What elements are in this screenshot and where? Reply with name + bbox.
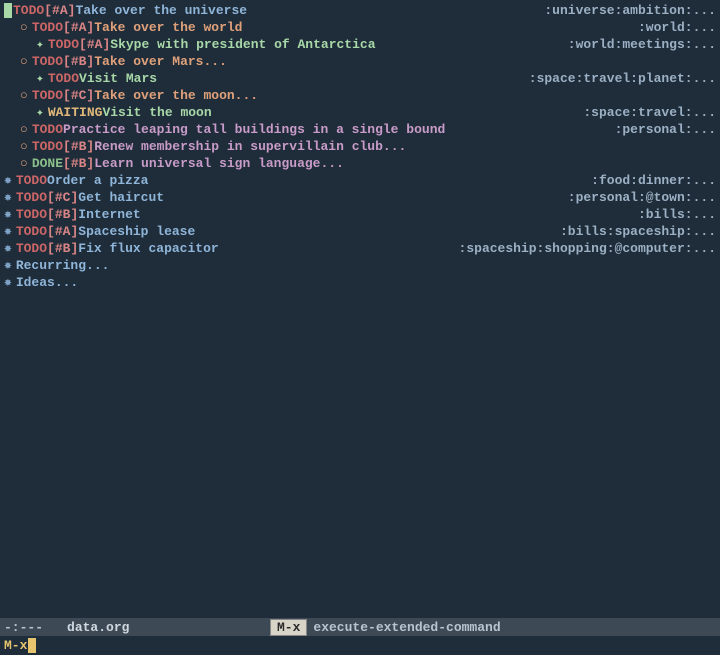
priority-cookie[interactable]: [#A] — [47, 223, 78, 240]
todo-keyword[interactable]: TODO — [16, 172, 47, 189]
org-tags[interactable]: :spaceship:shopping:@computer:... — [459, 240, 716, 257]
org-heading[interactable]: ✸TODO [#C] Get haircut :personal:@town:..… — [4, 189, 716, 206]
heading-title[interactable]: Practice leaping tall buildings in a sin… — [63, 121, 445, 138]
org-bullet-icon: ✦ — [36, 36, 44, 53]
todo-keyword[interactable]: TODO — [16, 223, 47, 240]
command-name: execute-extended-command — [313, 620, 500, 635]
org-heading[interactable]: TODO [#A] Take over the universe :univers… — [4, 2, 716, 19]
org-heading[interactable]: ✸Ideas... — [4, 274, 716, 291]
org-tags[interactable]: :space:travel:... — [583, 104, 716, 121]
org-bullet-icon: ○ — [20, 53, 28, 70]
minibuffer-prompt: M-x — [4, 638, 27, 653]
org-heading[interactable]: ○TODO [#C] Take over the moon... — [4, 87, 716, 104]
org-bullet-icon: ○ — [20, 155, 28, 172]
org-tags[interactable]: :world:... — [638, 19, 716, 36]
priority-cookie[interactable]: [#B] — [47, 206, 78, 223]
org-bullet-icon: ○ — [20, 87, 28, 104]
org-tags[interactable]: :world:meetings:... — [568, 36, 716, 53]
org-bullet-icon: ✸ — [4, 206, 12, 223]
heading-title[interactable]: Recurring... — [16, 257, 110, 274]
priority-cookie[interactable]: [#B] — [47, 240, 78, 257]
heading-title[interactable]: Take over the world — [94, 19, 242, 36]
todo-keyword[interactable]: DONE — [32, 155, 63, 172]
org-heading[interactable]: ○TODO [#B] Renew membership in supervill… — [4, 138, 716, 155]
todo-keyword[interactable]: TODO — [32, 121, 63, 138]
todo-keyword[interactable]: TODO — [13, 2, 44, 19]
org-heading[interactable]: ✦TODO Visit Mars :space:travel:planet:... — [4, 70, 716, 87]
org-bullet-icon: ○ — [20, 138, 28, 155]
org-heading[interactable]: ✸TODO [#B] Fix flux capacitor :spaceship:… — [4, 240, 716, 257]
heading-title[interactable]: Visit Mars — [79, 70, 157, 87]
priority-cookie[interactable]: [#C] — [47, 189, 78, 206]
org-bullet-icon: ✦ — [36, 104, 44, 121]
org-tags[interactable]: :space:travel:planet:... — [529, 70, 716, 87]
minibuffer-cursor — [28, 638, 36, 653]
heading-title[interactable]: Get haircut — [78, 189, 164, 206]
modeline: -:--- data.org M-x execute-extended-comm… — [0, 618, 720, 636]
org-tags[interactable]: :food:dinner:... — [591, 172, 716, 189]
org-heading[interactable]: ○DONE [#B] Learn universal sign language… — [4, 155, 716, 172]
todo-keyword[interactable]: TODO — [48, 36, 79, 53]
todo-keyword[interactable]: TODO — [32, 53, 63, 70]
org-tags[interactable]: :personal:@town:... — [568, 189, 716, 206]
priority-cookie[interactable]: [#C] — [63, 87, 94, 104]
priority-cookie[interactable]: [#B] — [63, 155, 94, 172]
org-heading[interactable]: ○TODO [#A] Take over the world :world:... — [4, 19, 716, 36]
org-tags[interactable]: :personal:... — [615, 121, 716, 138]
org-bullet-icon: ✸ — [4, 223, 12, 240]
todo-keyword[interactable]: TODO — [16, 189, 47, 206]
heading-title[interactable]: Skype with president of Antarctica — [110, 36, 375, 53]
heading-title[interactable]: Order a pizza — [47, 172, 148, 189]
modeline-keybinding: M-x execute-extended-command — [270, 619, 501, 636]
heading-title[interactable]: Visit the moon — [102, 104, 211, 121]
heading-title[interactable]: Ideas... — [16, 274, 78, 291]
todo-keyword[interactable]: TODO — [48, 70, 79, 87]
org-heading[interactable]: ✸TODO Order a pizza :food:dinner:... — [4, 172, 716, 189]
org-heading[interactable]: ✸TODO [#A] Spaceship lease :bills:spacesh… — [4, 223, 716, 240]
org-heading[interactable]: ○TODO [#B] Take over Mars... — [4, 53, 716, 70]
heading-title[interactable]: Take over Mars... — [94, 53, 227, 70]
modeline-status: -:--- — [4, 620, 43, 635]
heading-title[interactable]: Fix flux capacitor — [78, 240, 218, 257]
org-heading[interactable]: ✸TODO [#B] Internet :bills:... — [4, 206, 716, 223]
point-cursor — [4, 3, 12, 18]
org-bullet-icon: ✸ — [4, 172, 12, 189]
priority-cookie[interactable]: [#B] — [63, 53, 94, 70]
minibuffer[interactable]: M-x — [0, 636, 720, 655]
org-heading[interactable]: ○TODO Practice leaping tall buildings in… — [4, 121, 716, 138]
heading-title[interactable]: Spaceship lease — [78, 223, 195, 240]
org-tags[interactable]: :universe:ambition:... — [544, 2, 716, 19]
todo-keyword[interactable]: TODO — [16, 240, 47, 257]
modeline-filename: data.org — [67, 620, 129, 635]
org-heading[interactable]: ✦WAITING Visit the moon :space:travel:... — [4, 104, 716, 121]
org-bullet-icon: ✸ — [4, 274, 12, 291]
todo-keyword[interactable]: TODO — [32, 19, 63, 36]
heading-title[interactable]: Take over the universe — [75, 2, 247, 19]
heading-title[interactable]: Internet — [78, 206, 140, 223]
todo-keyword[interactable]: TODO — [16, 206, 47, 223]
org-heading[interactable]: ✦TODO [#A] Skype with president of Antar… — [4, 36, 716, 53]
heading-title[interactable]: Take over the moon... — [94, 87, 258, 104]
org-bullet-icon: ✸ — [4, 240, 12, 257]
org-heading[interactable]: ✸Recurring... — [4, 257, 716, 274]
priority-cookie[interactable]: [#A] — [79, 36, 110, 53]
heading-title[interactable]: Learn universal sign language... — [94, 155, 344, 172]
todo-keyword[interactable]: TODO — [32, 138, 63, 155]
heading-title[interactable]: Renew membership in supervillain club... — [94, 138, 406, 155]
org-bullet-icon: ✸ — [4, 189, 12, 206]
org-tags[interactable]: :bills:... — [638, 206, 716, 223]
org-bullet-icon: ✦ — [36, 70, 44, 87]
org-bullet-icon: ✸ — [4, 257, 12, 274]
todo-keyword[interactable]: WAITING — [48, 104, 103, 121]
org-buffer[interactable]: TODO [#A] Take over the universe :univers… — [0, 0, 720, 293]
org-bullet-icon: ○ — [20, 121, 28, 138]
todo-keyword[interactable]: TODO — [32, 87, 63, 104]
priority-cookie[interactable]: [#A] — [44, 2, 75, 19]
org-bullet-icon: ○ — [20, 19, 28, 36]
org-tags[interactable]: :bills:spaceship:... — [560, 223, 716, 240]
priority-cookie[interactable]: [#A] — [63, 19, 94, 36]
mx-box: M-x — [270, 619, 307, 636]
priority-cookie[interactable]: [#B] — [63, 138, 94, 155]
